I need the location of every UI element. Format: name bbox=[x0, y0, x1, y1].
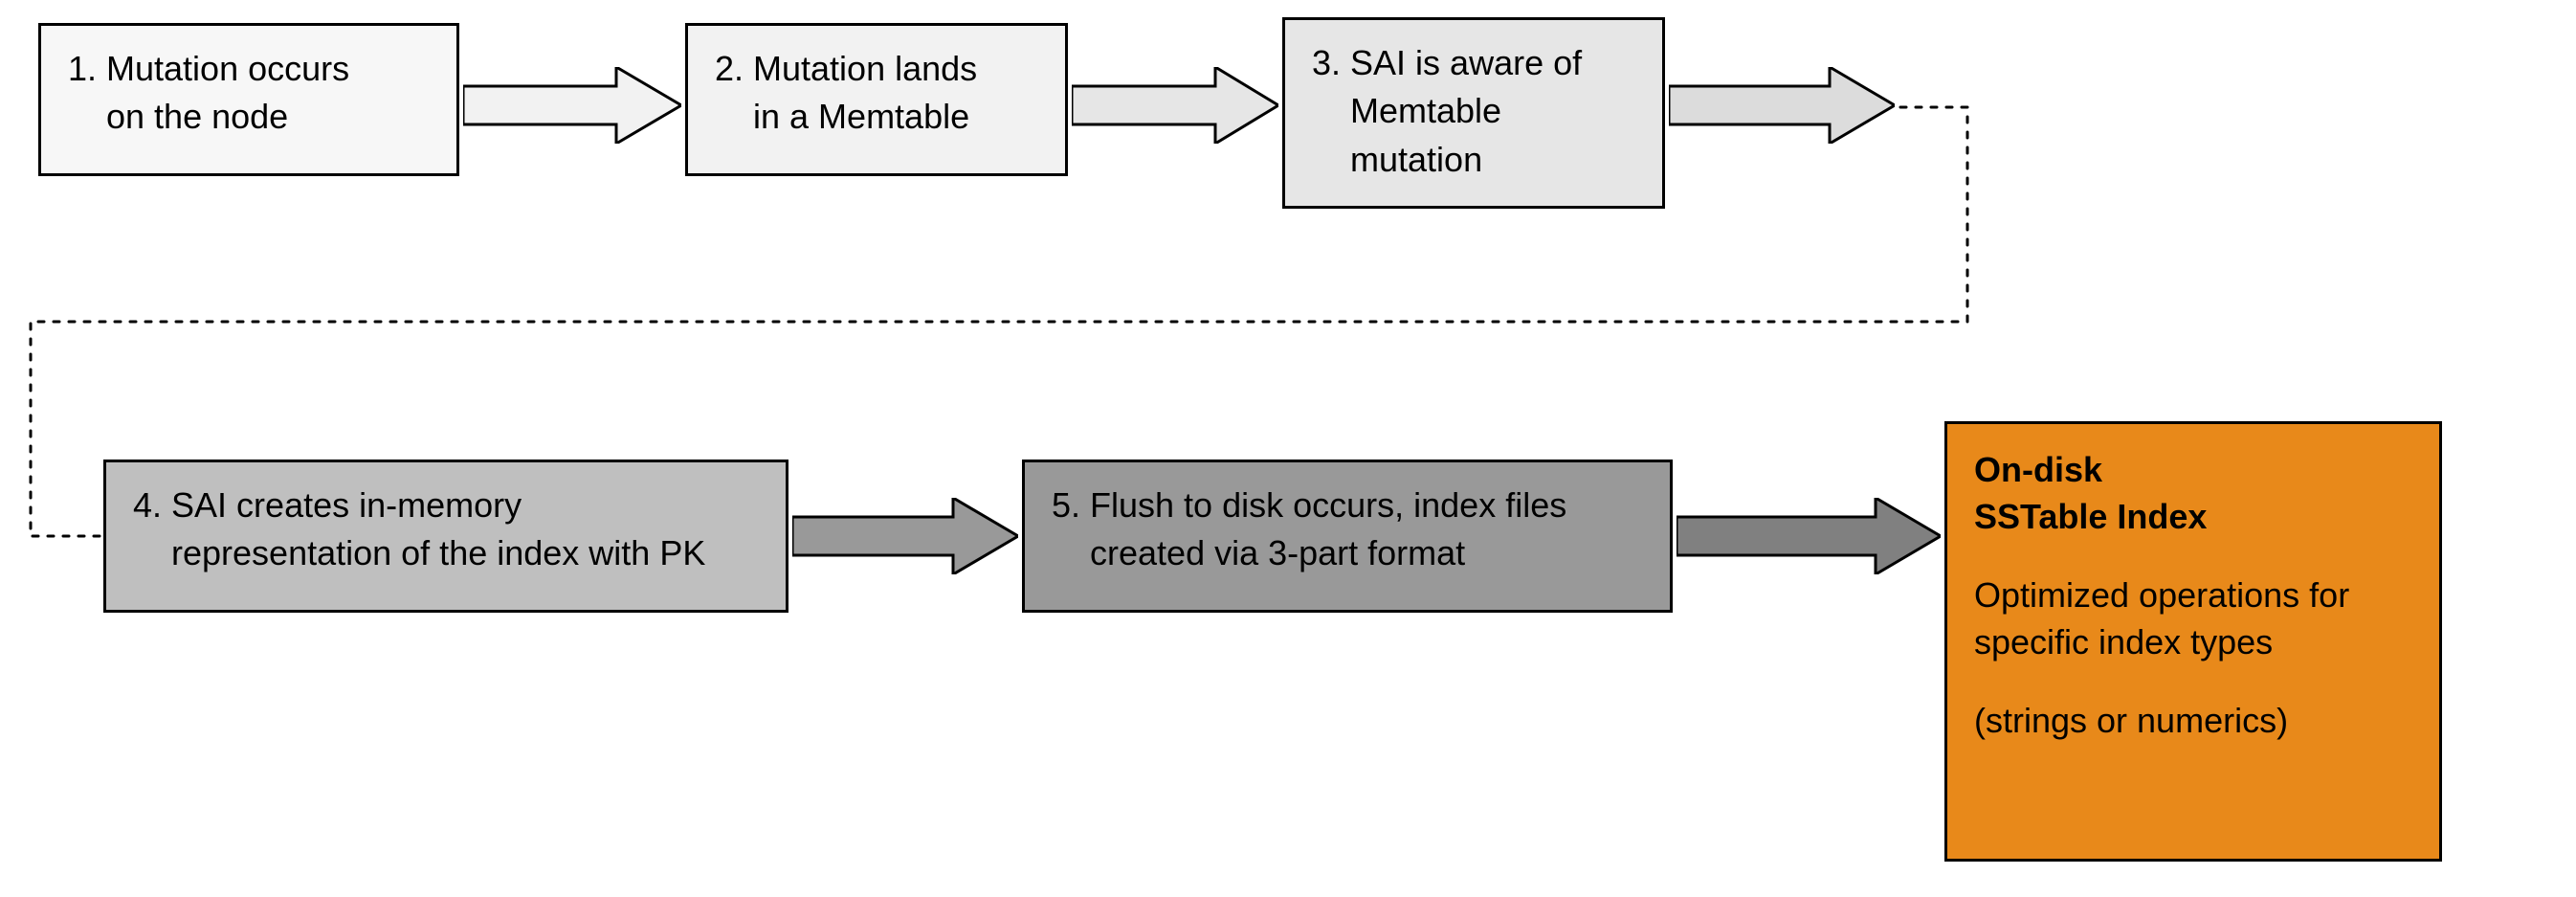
arrow-1-to-2 bbox=[463, 67, 681, 144]
step-5-box: 5. Flush to disk occurs, index files cre… bbox=[1022, 460, 1673, 613]
arrow-4-to-5 bbox=[792, 498, 1018, 574]
step-2-text: 2. Mutation lands in a Memtable bbox=[715, 49, 977, 136]
arrow-3-out bbox=[1669, 67, 1895, 144]
step-2-box: 2. Mutation lands in a Memtable bbox=[685, 23, 1068, 176]
step-4-text: 4. SAI creates in-memory representation … bbox=[133, 485, 705, 572]
step-3-box: 3. SAI is aware of Memtable mutation bbox=[1282, 17, 1665, 209]
arrow-2-to-3 bbox=[1072, 67, 1278, 144]
final-body-1: Optimized operations for specific index … bbox=[1974, 572, 2412, 665]
step-3-text: 3. SAI is aware of Memtable mutation bbox=[1312, 43, 1582, 179]
final-body-2: (strings or numerics) bbox=[1974, 698, 2412, 745]
diagram-canvas: 1. Mutation occurs on the node 2. Mutati… bbox=[0, 0, 2576, 892]
step-1-box: 1. Mutation occurs on the node bbox=[38, 23, 459, 176]
arrow-5-to-final bbox=[1677, 498, 1941, 574]
step-5-text: 5. Flush to disk occurs, index files cre… bbox=[1052, 485, 1566, 572]
final-title: On-disk SSTable Index bbox=[1974, 447, 2412, 540]
final-box: On-disk SSTable Index Optimized operatio… bbox=[1944, 421, 2442, 862]
step-1-text: 1. Mutation occurs on the node bbox=[68, 49, 349, 136]
step-4-box: 4. SAI creates in-memory representation … bbox=[103, 460, 788, 613]
